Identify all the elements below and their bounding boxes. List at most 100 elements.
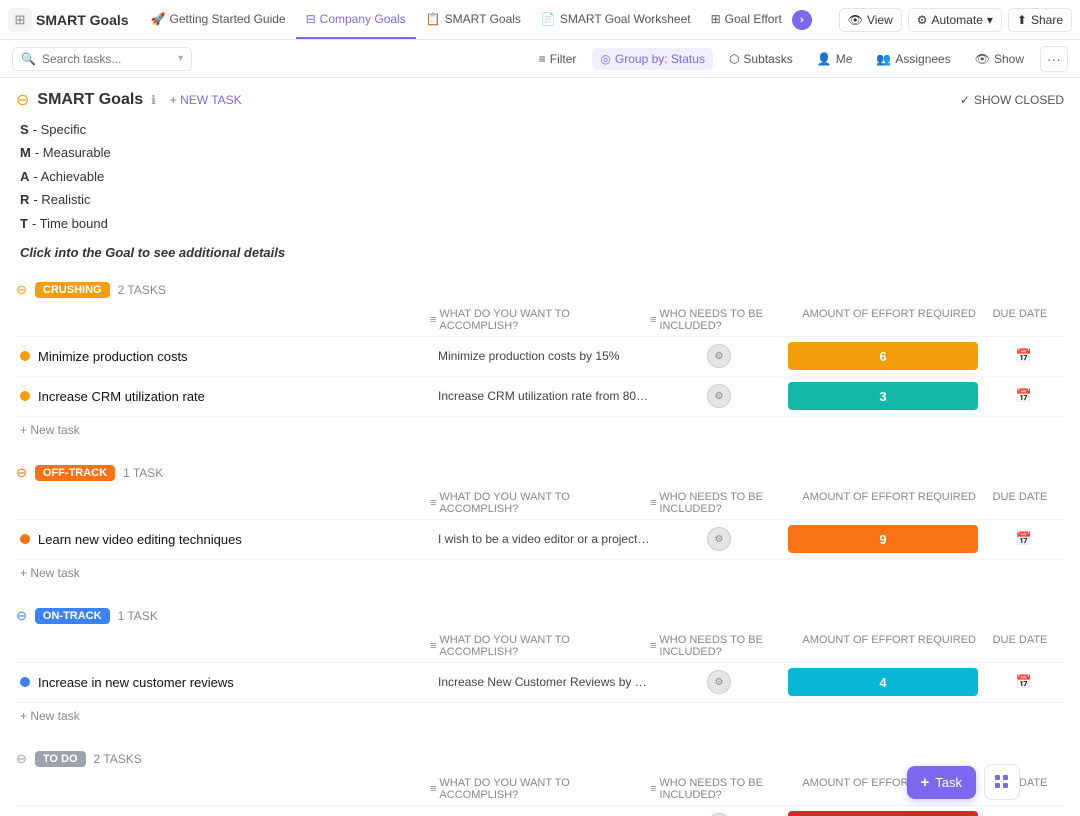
task-name-cell: Learn new video editing techniques — [16, 526, 434, 553]
search-input[interactable] — [42, 52, 172, 66]
effort-cell: 10 (high effort) — [784, 807, 984, 816]
task-row[interactable]: Increase CRM utilization rate Increase C… — [16, 377, 1064, 417]
task-who: ⚙ — [654, 666, 784, 698]
add-task-crushing[interactable]: + New task — [16, 417, 1064, 443]
col-due-on: DUE DATE — [980, 634, 1060, 658]
show-closed-button[interactable]: ✓ SHOW CLOSED — [960, 93, 1064, 107]
tab-icon-company-goals: ⊟ — [306, 12, 316, 26]
task-name-cell: Increase in new customer reviews — [16, 669, 434, 696]
task-name-cell: Minimize production costs — [16, 343, 434, 370]
tab-getting-started[interactable]: 🚀 Getting Started Guide — [141, 0, 296, 39]
calendar-icon[interactable]: 📅 — [1016, 388, 1032, 404]
task-accomplish: Increase New Customer Reviews by 30% Yea… — [434, 669, 654, 695]
more-options-button[interactable]: ··· — [1040, 46, 1068, 72]
tab-company-goals[interactable]: ⊟ Company Goals — [296, 0, 416, 39]
share-icon: ⬆ — [1017, 13, 1027, 27]
task-status-dot — [20, 351, 30, 361]
task-name: Increase CRM utilization rate — [38, 389, 205, 404]
col-task-name-on — [20, 634, 430, 658]
group-by-button[interactable]: ◎ Group by: Status — [592, 48, 713, 70]
add-task-off-track[interactable]: + New task — [16, 560, 1064, 586]
task-name: Learn new video editing techniques — [38, 532, 242, 547]
effort-cell: 6 — [784, 338, 984, 374]
effort-bar: 3 — [788, 382, 978, 410]
app-icon: ⊞ — [8, 8, 32, 32]
calendar-icon[interactable]: 📅 — [1016, 531, 1032, 547]
to-do-collapse-icon: ⊖ — [16, 751, 27, 767]
grid-view-button[interactable] — [984, 764, 1020, 800]
task-who: ⚙ — [654, 809, 784, 816]
app-title: SMART Goals — [36, 12, 129, 28]
add-task-on-track[interactable]: + New task — [16, 703, 1064, 729]
more-tabs-indicator[interactable]: › — [792, 10, 812, 30]
calendar-icon[interactable]: 📅 — [1016, 674, 1032, 690]
col-task-name — [20, 308, 430, 332]
due-date-cell: 📅 — [984, 674, 1064, 690]
tab-smart-worksheet[interactable]: 📄 SMART Goal Worksheet — [531, 0, 701, 39]
search-icon: 🔍 — [21, 52, 36, 66]
acronym-t: T - Time bound — [20, 212, 1064, 235]
task-row[interactable]: Increase this year's net income increase… — [16, 806, 1064, 816]
due-date-cell: 📅 — [984, 348, 1064, 364]
task-accomplish: Minimize production costs by 15% — [434, 343, 654, 369]
task-row[interactable]: Learn new video editing techniques I wis… — [16, 520, 1064, 560]
acronym-m: M - Measurable — [20, 141, 1064, 164]
new-task-button[interactable]: + NEW TASK — [164, 91, 248, 109]
me-button[interactable]: 👤 Me — [809, 48, 861, 70]
view-button[interactable]: 👁 View — [839, 8, 902, 32]
tab-icon-goal-effort: ⊞ — [711, 12, 721, 26]
subtasks-button[interactable]: ⬡ Subtasks — [721, 48, 801, 70]
group-off-track-header[interactable]: ⊖ OFF-TRACK 1 TASK — [16, 459, 1064, 487]
automate-icon: ⚙ — [917, 13, 928, 27]
click-note: Click into the Goal to see additional de… — [20, 245, 1064, 260]
automate-chevron-icon: ▾ — [987, 13, 993, 27]
group-crushing-header[interactable]: ⊖ CRUSHING 2 TASKS — [16, 276, 1064, 304]
show-button[interactable]: 👁 Show — [967, 48, 1032, 70]
col-effort-ot: AMOUNT OF EFFORT REQUIRED — [780, 491, 980, 515]
group-on-track-header[interactable]: ⊖ ON-TRACK 1 TASK — [16, 602, 1064, 630]
search-box[interactable]: 🔍 ▾ — [12, 47, 192, 71]
due-date-cell: 📅 — [984, 388, 1064, 404]
task-name-cell: Increase CRM utilization rate — [16, 383, 434, 410]
assignees-icon: 👥 — [876, 52, 891, 66]
assignees-button[interactable]: 👥 Assignees — [868, 48, 958, 70]
col-who-td: ≡WHO NEEDS TO BE INCLUDED? — [650, 777, 780, 801]
task-status-dot — [20, 677, 30, 687]
col-due-ot: DUE DATE — [980, 491, 1060, 515]
avatar: ⚙ — [707, 384, 731, 408]
tab-icon-smart-goals: 📋 — [426, 12, 441, 26]
on-track-badge: ON-TRACK — [35, 608, 110, 624]
tab-smart-goals[interactable]: 📋 SMART Goals — [416, 0, 531, 39]
fab-container: + Task — [907, 764, 1021, 800]
new-task-fab[interactable]: + Task — [907, 766, 977, 799]
effort-bar: 4 — [788, 668, 978, 696]
automate-button[interactable]: ⚙ Automate ▾ — [908, 8, 1002, 32]
to-do-badge: TO DO — [35, 751, 86, 767]
calendar-icon[interactable]: 📅 — [1016, 348, 1032, 364]
col-who-ot: ≡WHO NEEDS TO BE INCLUDED? — [650, 491, 780, 515]
page-collapse-icon[interactable]: ⊖ — [16, 90, 29, 110]
col-who-crushing: ≡WHO NEEDS TO BE INCLUDED? — [650, 308, 780, 332]
to-do-task-count: 2 TASKS — [94, 752, 142, 766]
page-title: SMART Goals — [37, 91, 143, 109]
filter-button[interactable]: ≡ Filter — [531, 48, 585, 70]
plus-icon: + — [921, 774, 930, 791]
tab-goal-effort[interactable]: ⊞ Goal Effort — [701, 0, 792, 39]
col-task-name-td — [20, 777, 430, 801]
grid-icon — [995, 775, 1009, 789]
acronym-r: R - Realistic — [20, 188, 1064, 211]
effort-cell: 3 — [784, 378, 984, 414]
subtasks-icon: ⬡ — [729, 52, 739, 66]
task-who: ⚙ — [654, 523, 784, 555]
info-icon[interactable]: ℹ — [151, 93, 156, 107]
off-track-task-count: 1 TASK — [123, 466, 163, 480]
task-row[interactable]: Increase in new customer reviews Increas… — [16, 663, 1064, 703]
col-effort-crushing: AMOUNT OF EFFORT REQUIRED — [780, 308, 980, 332]
task-name-cell: Increase this year's net income — [16, 812, 434, 816]
checkmark-icon: ✓ — [960, 93, 970, 107]
share-button[interactable]: ⬆ Share — [1008, 8, 1072, 32]
group-on-track: ⊖ ON-TRACK 1 TASK ≡WHAT DO YOU WANT TO A… — [16, 602, 1064, 729]
show-icon: 👁 — [975, 52, 990, 66]
task-row[interactable]: Minimize production costs Minimize produ… — [16, 337, 1064, 377]
task-who: ⚙ — [654, 380, 784, 412]
